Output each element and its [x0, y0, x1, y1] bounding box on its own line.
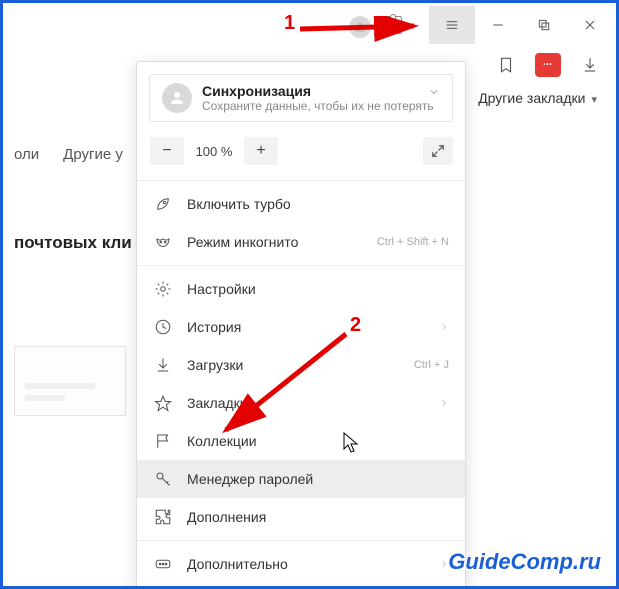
bookmark-icon[interactable] [495, 54, 517, 76]
zoom-level-label: 100 % [184, 137, 244, 165]
avatar-icon [162, 83, 192, 113]
menu-item-label: Менеджер паролей [187, 471, 313, 487]
download-icon [153, 355, 173, 375]
page-section-title: почтовых кли [6, 233, 132, 253]
menu-item-downloads[interactable]: Загрузки Ctrl + J [137, 346, 465, 384]
gear-icon [153, 279, 173, 299]
menu-item-settings[interactable]: Настройки [137, 270, 465, 308]
menu-item-label: Настройки [187, 281, 256, 297]
chevron-right-icon [439, 319, 449, 335]
watermark: GuideComp.ru [448, 549, 601, 575]
sync-card[interactable]: Синхронизация Сохраните данные, чтобы их… [149, 74, 453, 122]
fullscreen-button[interactable] [423, 137, 453, 165]
menu-item-label: Режим инкогнито [187, 234, 298, 250]
menu-button[interactable] [429, 6, 475, 44]
menu-item-password-manager[interactable]: Менеджер паролей [137, 460, 465, 498]
profile-icon[interactable] [349, 16, 371, 38]
annotation-number-1: 1 [284, 12, 295, 35]
more-icon [153, 554, 173, 574]
maximize-button[interactable] [521, 6, 567, 44]
clock-icon [153, 317, 173, 337]
menu-item-turbo[interactable]: Включить турбо [137, 185, 465, 223]
rocket-icon [153, 194, 173, 214]
sync-title: Синхронизация [202, 83, 434, 99]
tab-fragment-2[interactable]: Другие у [63, 146, 123, 163]
menu-item-label: Коллекции [187, 433, 257, 449]
page-thumbnail[interactable] [14, 346, 126, 416]
menu-item-label: Дополнительно [187, 556, 288, 572]
bookmarks-folder-dropdown[interactable]: Другие закладки [478, 90, 597, 106]
extension-icon[interactable] [384, 16, 402, 34]
chevron-down-icon [428, 85, 440, 103]
minimize-button[interactable] [475, 6, 521, 44]
menu-item-incognito[interactable]: Режим инкогнито Ctrl + Shift + N [137, 223, 465, 261]
menu-item-label: История [187, 319, 241, 335]
zoom-in-button[interactable]: + [244, 137, 278, 165]
menu-item-more[interactable]: Дополнительно [137, 545, 465, 583]
chevron-right-icon [439, 395, 449, 411]
menu-item-addons[interactable]: Дополнения [137, 498, 465, 536]
star-icon [153, 393, 173, 413]
menu-item-label: Загрузки [187, 357, 243, 373]
menu-item-label: Закладки [187, 395, 248, 411]
close-button[interactable] [567, 6, 613, 44]
extension-lastpass-icon[interactable]: ••• [535, 53, 561, 77]
page-tabs-fragment: оли Другие у [6, 146, 123, 163]
window-titlebar [429, 6, 613, 44]
sync-subtitle: Сохраните данные, чтобы их не потерять [202, 99, 434, 113]
menu-item-history[interactable]: История [137, 308, 465, 346]
annotation-number-2: 2 [350, 314, 361, 337]
main-menu-dropdown: Синхронизация Сохраните данные, чтобы их… [136, 61, 466, 589]
right-toolbar: ••• [495, 53, 601, 77]
mouse-cursor-icon [343, 432, 361, 454]
menu-item-bookmarks[interactable]: Закладки [137, 384, 465, 422]
menu-item-label: Включить турбо [187, 196, 291, 212]
menu-shortcut: Ctrl + J [414, 359, 449, 371]
menu-shortcut: Ctrl + Shift + N [377, 236, 449, 248]
downloads-icon[interactable] [579, 54, 601, 76]
key-icon [153, 469, 173, 489]
flag-icon [153, 431, 173, 451]
menu-item-label: Дополнения [187, 509, 266, 525]
menu-item-collections[interactable]: Коллекции [137, 422, 465, 460]
tab-fragment-1[interactable]: оли [14, 146, 39, 163]
zoom-controls: − 100 % + [137, 134, 465, 176]
puzzle-icon [153, 507, 173, 527]
mask-icon [153, 232, 173, 252]
zoom-out-button[interactable]: − [150, 137, 184, 165]
